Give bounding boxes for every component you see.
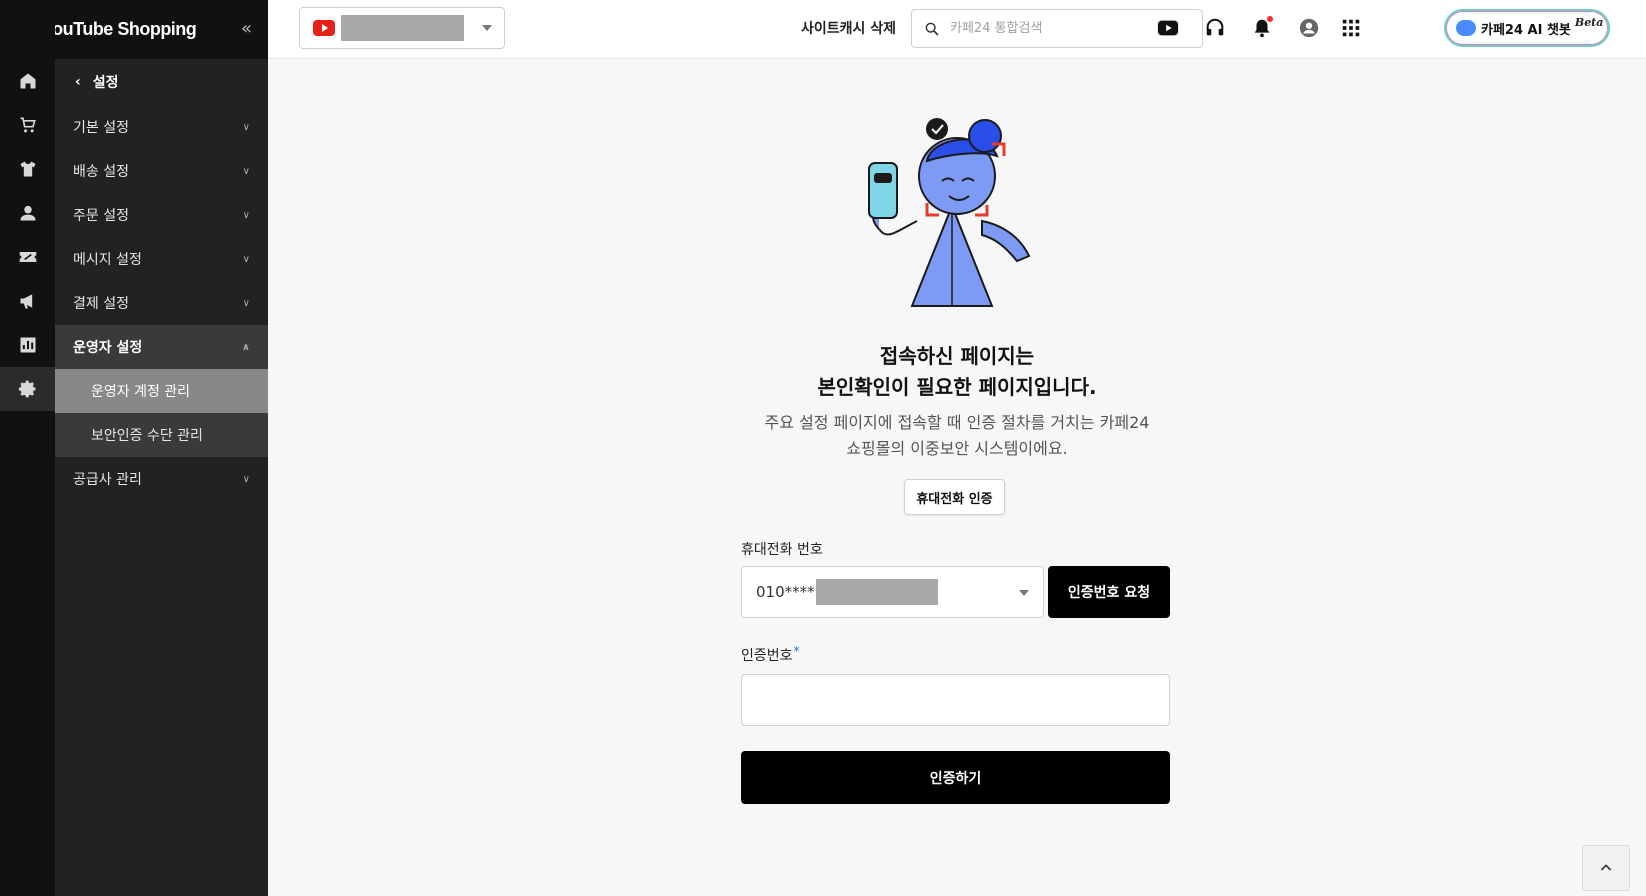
rail-statistics[interactable] (0, 323, 55, 367)
chevron-down-icon: ∨ (242, 473, 250, 485)
icon-rail (0, 0, 55, 896)
title-line-2: 본인확인이 필요한 페이지입니다. (817, 375, 1097, 399)
submenu-item-label: 운영자 설정 (73, 340, 143, 356)
gear-icon (18, 380, 35, 398)
chevron-down-icon: ∨ (242, 253, 250, 265)
youtube-button[interactable] (1155, 15, 1181, 41)
home-icon (20, 73, 35, 89)
shirt-icon (20, 161, 35, 177)
submenu-child-label: 운영자 계정 관리 (91, 384, 191, 400)
submenu-item-label: 공급사 관리 (73, 472, 142, 488)
notifications-button[interactable] (1249, 15, 1275, 41)
phone-number-select[interactable]: 010**** (741, 566, 1044, 618)
submenu-item-label: 기본 설정 (73, 120, 129, 136)
page-description: 주요 설정 페이지에 접속할 때 인증 절차를 거치는 카페24 쇼핑몰의 이중… (268, 410, 1646, 462)
search-input[interactable] (950, 21, 1190, 36)
chevron-down-icon: ∨ (242, 209, 250, 221)
chatbot-icon (1456, 20, 1476, 36)
ai-chatbot-button[interactable]: 카페24 AI 챗봇 Beta (1444, 9, 1610, 47)
phone-verification-method-button[interactable]: 휴대전화 인증 (904, 479, 1005, 515)
chevron-left-icon: ‹ (75, 74, 81, 90)
submenu-item-order[interactable]: 주문 설정 ∨ (55, 193, 268, 237)
submenu-back[interactable]: ‹ 설정 (55, 59, 268, 105)
rail-promotion[interactable] (0, 235, 55, 279)
page-title: 접속하신 페이지는 본인확인이 필요한 페이지입니다. (268, 341, 1646, 403)
main-content: 접속하신 페이지는 본인확인이 필요한 페이지입니다. 주요 설정 페이지에 접… (268, 59, 1646, 896)
rail-orders[interactable] (0, 103, 55, 147)
cart-icon (20, 117, 36, 133)
title-line-1: 접속하신 페이지는 (879, 344, 1035, 368)
submenu-item-payment[interactable]: 결제 설정 ∨ (55, 281, 268, 325)
submenu-item-shipping[interactable]: 배송 설정 ∨ (55, 149, 268, 193)
submenu-item-basic[interactable]: 기본 설정 ∨ (55, 105, 268, 149)
submenu-item-label: 결제 설정 (73, 296, 129, 312)
redacted-shop-name (341, 15, 464, 41)
submenu-item-label: 배송 설정 (73, 164, 129, 180)
chevron-down-icon: ∨ (242, 297, 250, 309)
youtube-play-icon (1157, 20, 1179, 36)
description-line-2: 쇼핑몰의 이중보안 시스템이에요. (846, 439, 1068, 458)
redacted-phone-digits (815, 579, 938, 605)
verify-button[interactable]: 인증하기 (741, 751, 1170, 804)
required-mark: * (793, 644, 800, 658)
phone-number-label: 휴대전화 번호 (741, 542, 823, 558)
code-label-text: 인증번호 (741, 648, 793, 664)
notification-dot (1267, 16, 1273, 22)
submenu-item-label: 메시지 설정 (73, 252, 142, 268)
coupon-icon (19, 252, 36, 262)
submenu-item-label: 주문 설정 (73, 208, 129, 224)
scroll-to-top-button[interactable] (1582, 845, 1630, 891)
settings-submenu: ‹ 설정 기본 설정 ∨ 배송 설정 ∨ 주문 설정 ∨ 메시지 설정 ∨ 결제… (55, 59, 268, 896)
verification-illustration (868, 118, 1031, 307)
chevron-up-icon: ∧ (241, 341, 250, 353)
submenu-child-label: 보안인증 수단 관리 (91, 428, 203, 444)
headset-icon (1206, 18, 1224, 36)
phone-number-value: 010**** (756, 583, 815, 601)
chart-icon (20, 337, 35, 353)
person-icon (20, 205, 35, 221)
chevron-up-icon (1600, 864, 1612, 871)
collapse-sidebar-icon[interactable]: « (241, 18, 252, 39)
rail-marketing[interactable] (0, 279, 55, 323)
apps-button[interactable] (1338, 15, 1364, 41)
submenu-item-message[interactable]: 메시지 설정 ∨ (55, 237, 268, 281)
caret-down-icon (482, 25, 492, 31)
submenu-item-operator[interactable]: 운영자 설정 ∧ (55, 325, 268, 369)
grid-icon (1342, 19, 1360, 37)
rail-products[interactable] (0, 147, 55, 191)
account-button[interactable] (1296, 15, 1322, 41)
rail-home[interactable] (0, 59, 55, 103)
search-icon (925, 22, 939, 36)
brand-name: YouTube Shopping (42, 19, 197, 39)
rail-settings[interactable] (0, 367, 55, 411)
chevron-down-icon: ∨ (242, 121, 250, 133)
youtube-icon (313, 20, 335, 36)
submenu-item-supplier[interactable]: 공급사 관리 ∨ (55, 457, 268, 501)
account-circle-icon (1299, 18, 1319, 38)
top-header: 사이트캐시 삭제 카페24 AI 챗봇 Beta (268, 0, 1646, 59)
support-button[interactable] (1202, 15, 1228, 41)
shop-selector[interactable] (299, 7, 505, 49)
clear-site-cache-button[interactable]: 사이트캐시 삭제 (801, 18, 896, 38)
submenu-child-operator-accounts[interactable]: 운영자 계정 관리 (55, 369, 268, 413)
request-code-button[interactable]: 인증번호 요청 (1048, 566, 1170, 618)
submenu-child-security-methods[interactable]: 보안인증 수단 관리 (55, 413, 268, 457)
chevron-down-icon: ∨ (242, 165, 250, 177)
chatbot-label: 카페24 AI 챗봇 (1481, 22, 1571, 38)
submenu-title: 설정 (92, 75, 119, 91)
description-line-1: 주요 설정 페이지에 접속할 때 인증 절차를 거치는 카페24 (764, 413, 1150, 432)
code-label: 인증번호* (741, 644, 800, 665)
verification-code-input[interactable] (741, 674, 1170, 726)
rail-customers[interactable] (0, 191, 55, 235)
megaphone-icon (20, 294, 32, 309)
caret-down-icon (1019, 590, 1029, 596)
beta-badge: Beta (1574, 15, 1604, 29)
